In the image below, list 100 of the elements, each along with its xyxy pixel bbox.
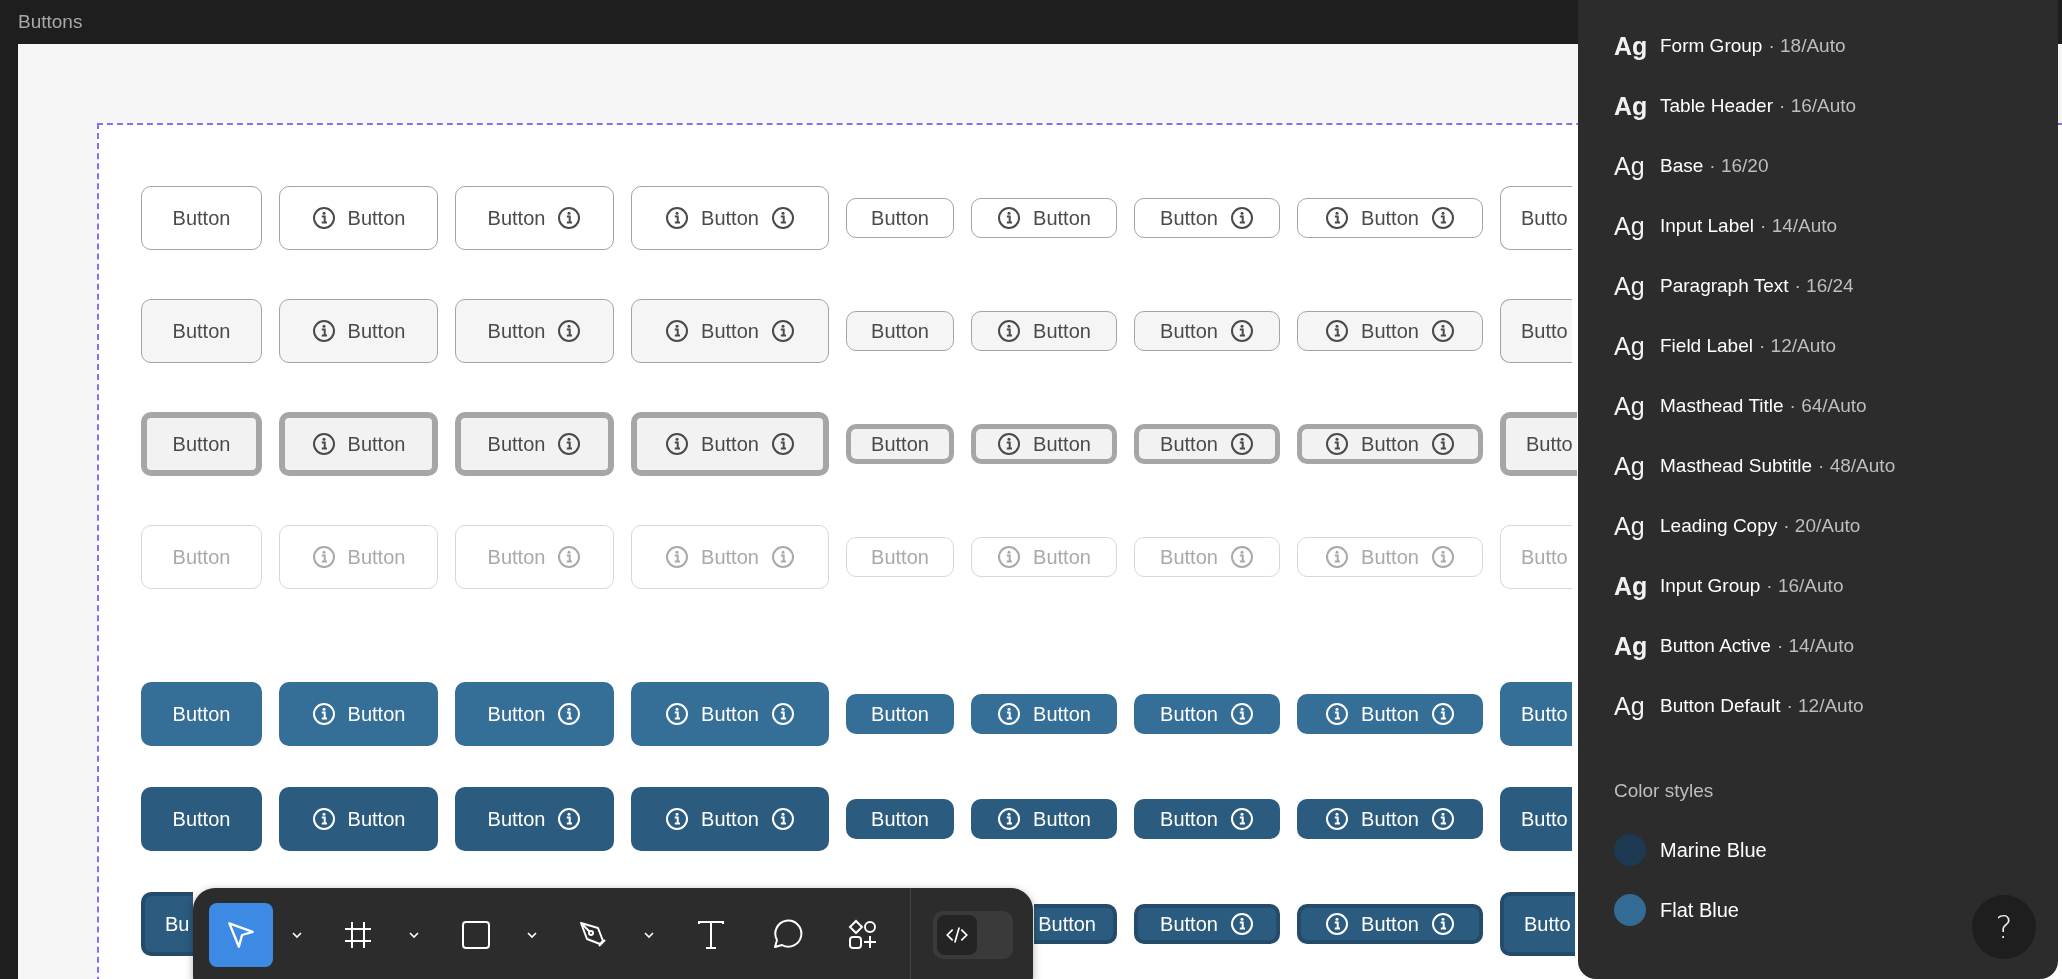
button[interactable]: Button	[846, 198, 954, 238]
info-icon	[311, 432, 336, 456]
info-icon	[1229, 912, 1254, 936]
button[interactable]: Button	[141, 186, 262, 250]
button[interactable]: Button	[631, 299, 829, 363]
text-style-spec: · 16/Auto	[1779, 95, 1857, 117]
text-style-name[interactable]: Input Group	[1660, 575, 1761, 597]
button[interactable]: Button	[631, 787, 829, 851]
text-style-name[interactable]: Masthead Title	[1660, 395, 1784, 417]
button[interactable]: Button	[1134, 799, 1280, 839]
button[interactable]: Button	[1034, 904, 1117, 944]
button[interactable]: Button	[279, 412, 438, 476]
button[interactable]: Button	[1297, 311, 1483, 351]
color-style-name[interactable]: Marine Blue	[1660, 838, 1767, 862]
button[interactable]: Button	[846, 799, 954, 839]
square-icon	[460, 919, 492, 951]
info-icon	[997, 206, 1022, 230]
button[interactable]: Button	[631, 412, 829, 476]
text-style-sample: Ag	[1614, 571, 1649, 601]
text-style-name[interactable]: Form Group	[1660, 35, 1763, 57]
text-style-spec: · 16/20	[1709, 155, 1769, 177]
button[interactable]: Button	[1297, 694, 1483, 734]
button[interactable]: Button	[455, 186, 614, 250]
button[interactable]: Button	[1134, 311, 1280, 351]
button[interactable]: Button	[455, 682, 614, 746]
caret-icon	[408, 931, 421, 939]
button[interactable]: Button	[455, 787, 614, 851]
button[interactable]: Button	[971, 424, 1117, 464]
text-style-spec: · 12/Auto	[1786, 695, 1864, 717]
text-style-name[interactable]: Table Header	[1660, 95, 1774, 117]
button[interactable]: Button	[971, 694, 1117, 734]
info-icon	[557, 702, 582, 726]
info-icon	[311, 702, 336, 726]
text-style-spec: · 14/Auto	[1760, 215, 1838, 237]
button[interactable]: Button	[141, 787, 262, 851]
text-style-name[interactable]: Input Label	[1660, 215, 1755, 237]
button[interactable]: Button	[1297, 424, 1483, 464]
info-icon	[311, 319, 336, 343]
info-icon	[1229, 807, 1254, 831]
button[interactable]: Button	[455, 412, 614, 476]
info-icon	[557, 319, 582, 343]
info-icon	[770, 206, 795, 230]
button[interactable]: Button	[141, 412, 262, 476]
button[interactable]: Button	[1134, 904, 1280, 944]
text-style-name[interactable]: Button Active	[1660, 635, 1771, 657]
frame-title: Buttons	[18, 11, 83, 33]
button[interactable]: Button	[631, 682, 829, 746]
text-style-sample: Ag	[1614, 391, 1646, 421]
info-icon	[665, 702, 690, 726]
button[interactable]: Button	[279, 682, 438, 746]
info-icon	[1430, 807, 1455, 831]
text-style-name[interactable]: Leading Copy	[1660, 515, 1778, 537]
button[interactable]: Butto	[1500, 186, 1572, 250]
text-style-spec: · 16/24	[1794, 275, 1854, 297]
button[interactable]: Button	[1297, 198, 1483, 238]
button[interactable]: Button	[1297, 904, 1483, 944]
button[interactable]: Button	[1134, 424, 1280, 464]
button[interactable]: Button	[846, 694, 954, 734]
text-style-spec: · 12/Auto	[1758, 335, 1837, 357]
text-style-spec: · 64/Auto	[1789, 395, 1867, 417]
button[interactable]: Button	[1134, 198, 1280, 238]
info-icon	[557, 807, 582, 831]
button[interactable]: Butto	[1500, 682, 1572, 746]
button[interactable]: Butto	[1500, 892, 1575, 956]
text-style-name[interactable]: Button Default	[1660, 695, 1781, 717]
button[interactable]: Butto	[1500, 787, 1572, 851]
dev-mode-toggle[interactable]	[933, 911, 1014, 959]
button[interactable]: Button	[1134, 694, 1280, 734]
button[interactable]: Button	[971, 311, 1117, 351]
button[interactable]: Button	[846, 311, 954, 351]
button[interactable]: Butto	[1500, 412, 1577, 476]
button[interactable]: Button	[971, 198, 1117, 238]
info-icon	[770, 545, 795, 569]
info-icon	[997, 545, 1022, 569]
button[interactable]: Button	[141, 682, 262, 746]
button[interactable]: Button	[455, 299, 614, 363]
button[interactable]: Button	[279, 299, 438, 363]
info-icon	[1430, 206, 1455, 230]
text-style-sample: Ag	[1614, 691, 1646, 721]
button[interactable]: Butto	[1500, 299, 1572, 363]
button[interactable]: Bu	[141, 892, 194, 956]
button[interactable]: Button	[971, 799, 1117, 839]
button[interactable]: Button	[279, 787, 438, 851]
button[interactable]: Button	[631, 186, 829, 250]
text-style-spec: · 16/Auto	[1766, 575, 1844, 597]
button[interactable]: Button	[1297, 799, 1483, 839]
text-style-name[interactable]: Paragraph Text	[1660, 275, 1789, 297]
info-icon	[311, 807, 336, 831]
color-style-name[interactable]: Flat Blue	[1660, 898, 1739, 922]
text-style-name[interactable]: Base	[1660, 155, 1704, 177]
text-style-sample: Ag	[1614, 331, 1646, 361]
info-icon	[1430, 432, 1455, 456]
info-icon	[1325, 545, 1350, 569]
text-style-name[interactable]: Masthead Subtitle	[1660, 455, 1813, 477]
button[interactable]: Button	[141, 299, 262, 363]
info-icon	[1229, 319, 1254, 343]
button[interactable]: Button	[279, 186, 438, 250]
text-style-name[interactable]: Field Label	[1660, 335, 1753, 357]
text-style-sample: Ag	[1614, 31, 1649, 61]
button[interactable]: Button	[846, 424, 954, 464]
